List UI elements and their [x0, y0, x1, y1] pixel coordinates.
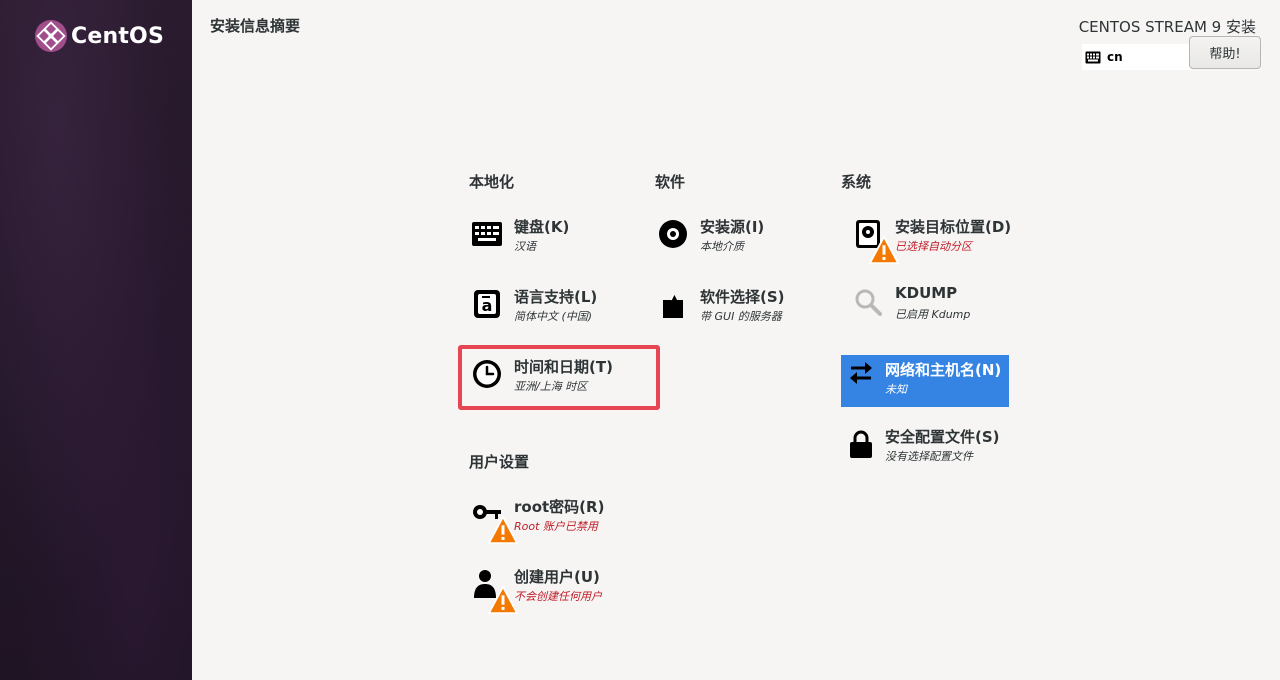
disc-icon [657, 218, 689, 250]
spoke-status: 已选择自动分区 [895, 240, 972, 253]
keyboard-icon [471, 218, 503, 250]
warning-icon [868, 234, 900, 265]
spoke-title: 安全配置文件(S) [885, 428, 1000, 446]
centos-logo-icon [35, 20, 67, 52]
spoke-keyboard[interactable]: 键盘(K) 汉语 [460, 206, 628, 258]
spoke-root-password[interactable]: root密码(R) Root 账户已禁用 [460, 486, 628, 545]
page-title: 安装信息摘要 [210, 17, 301, 35]
spoke-status: 简体中文 (中国) [514, 310, 593, 323]
highlight-box [458, 345, 660, 410]
package-icon [657, 288, 689, 320]
spoke-status: 未知 [885, 383, 907, 396]
keyboard-layout-label: cn [1107, 50, 1123, 64]
spoke-language-support[interactable]: a 语言支持(L) 简体中文 (中国) [460, 276, 628, 328]
key-icon [471, 498, 519, 545]
svg-text:a: a [482, 296, 493, 315]
spoke-status: 不会创建任何用户 [514, 590, 602, 603]
spoke-status: Root 账户已禁用 [514, 520, 598, 533]
help-button[interactable]: 帮助! [1189, 36, 1261, 69]
spoke-title: root密码(R) [514, 498, 605, 516]
spoke-title: 键盘(K) [514, 218, 570, 236]
spoke-create-user[interactable]: 创建用户(U) 不会创建任何用户 [460, 556, 628, 615]
spoke-title: KDUMP [895, 284, 958, 302]
keyboard-icon [1085, 51, 1101, 63]
spoke-title: 软件选择(S) [700, 288, 785, 306]
heading-localization: 本地化 [469, 173, 515, 191]
keyboard-layout-indicator[interactable]: cn [1082, 44, 1192, 70]
spoke-title: 安装源(I) [700, 218, 765, 236]
warning-icon [487, 584, 519, 615]
spoke-title: 创建用户(U) [514, 568, 600, 586]
spoke-title: 安装目标位置(D) [895, 218, 1012, 236]
spoke-status: 汉语 [514, 240, 536, 253]
spoke-status: 已启用 Kdump [895, 308, 971, 321]
lock-icon [845, 428, 877, 460]
spoke-status: 本地介质 [700, 240, 744, 253]
sidebar: CentOS [0, 0, 192, 680]
logo-text: CentOS [71, 23, 164, 49]
spoke-title: 网络和主机名(N) [885, 361, 1002, 379]
warning-icon [487, 514, 519, 545]
heading-user-settings: 用户设置 [469, 453, 530, 471]
harddisk-icon [852, 218, 900, 265]
language-icon: a [471, 288, 503, 320]
spoke-status: 没有选择配置文件 [885, 450, 973, 463]
spoke-kdump[interactable]: KDUMP 已启用 Kdump [841, 274, 1009, 326]
spoke-installation-source[interactable]: 安装源(I) 本地介质 [646, 206, 814, 258]
user-icon [471, 568, 519, 615]
magnifier-icon [852, 286, 884, 318]
spoke-security-profile[interactable]: 安全配置文件(S) 没有选择配置文件 [841, 416, 1009, 468]
heading-software: 软件 [655, 173, 686, 191]
heading-system: 系统 [841, 173, 872, 191]
product-title: CENTOS STREAM 9 安装 [1078, 18, 1256, 36]
spoke-title: 语言支持(L) [514, 288, 598, 306]
spoke-installation-destination[interactable]: 安装目标位置(D) 已选择自动分区 [841, 206, 1012, 265]
spoke-software-selection[interactable]: 软件选择(S) 带 GUI 的服务器 [646, 276, 814, 328]
spoke-network-and-hostname[interactable]: 网络和主机名(N) 未知 [841, 355, 1009, 407]
centos-logo: CentOS [35, 20, 164, 52]
spoke-status: 带 GUI 的服务器 [700, 310, 782, 323]
network-arrows-icon [845, 357, 877, 389]
